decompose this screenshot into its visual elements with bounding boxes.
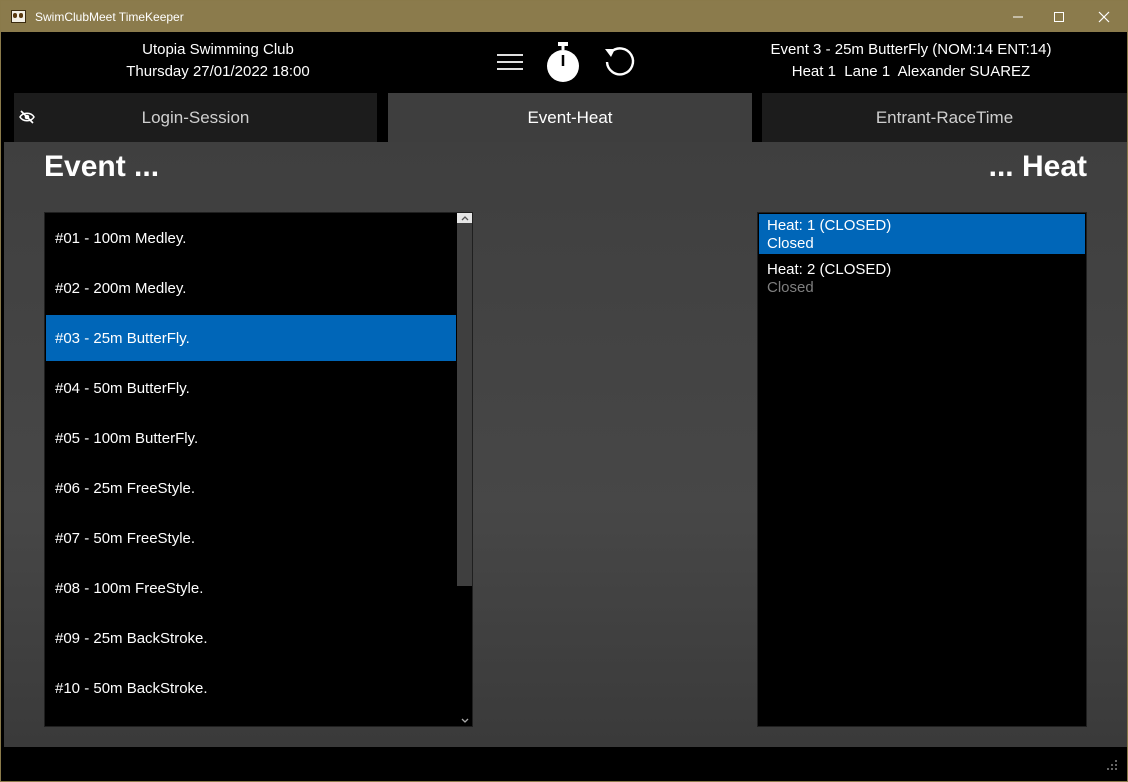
tab-label: Entrant-RaceTime [875,107,1014,127]
tab-login-session[interactable]: Login-Session [14,93,377,142]
app-logo-icon [9,7,29,27]
heat-status: Closed [767,235,814,252]
list-item[interactable]: #01 - 100m Medley. [46,215,456,261]
club-name: Utopia Swimming Club [142,41,294,58]
current-event: Event 3 - 25m ButterFly (NOM:14 ENT:14) [770,41,1052,58]
tab-label: Login-Session [141,107,250,127]
current-race-info: Event 3 - 25m ButterFly (NOM:14 ENT:14) … [731,39,1091,83]
window-title: SwimClubMeet TimeKeeper [35,9,184,24]
scroll-up-button[interactable] [457,213,472,223]
hamburger-icon [497,54,523,70]
eye-slash-icon[interactable] [19,109,35,129]
hamburger-menu-button[interactable] [493,40,527,84]
scroll-down-button[interactable] [457,716,472,726]
current-heat-lane: Heat 1 Lane 1 Alexander SUAREZ [791,63,1031,80]
list-item[interactable]: #07 - 50m FreeStyle. [46,515,456,561]
list-item-selected[interactable]: #03 - 25m ButterFly. [46,315,456,361]
maximize-button[interactable] [1036,1,1082,32]
heat-label: Heat: 1 (CLOSED) [767,217,892,234]
event-list[interactable]: #01 - 100m Medley. #02 - 200m Medley. #0… [44,212,473,727]
list-item[interactable]: #04 - 50m ButterFly. [46,365,456,411]
list-item[interactable]: #02 - 200m Medley. [46,265,456,311]
chevron-down-icon [461,718,469,723]
close-button[interactable] [1081,1,1127,32]
chevron-up-icon [461,216,469,221]
close-icon [1098,11,1110,22]
tab-entrant-racetime[interactable]: Entrant-RaceTime [762,93,1127,142]
refresh-button[interactable] [601,40,637,84]
event-heading: Event ... [44,150,160,183]
heat-list[interactable]: Heat: 1 (CLOSED) Closed Heat: 2 (CLOSED)… [757,212,1087,727]
session-datetime: Thursday 27/01/2022 18:00 [126,63,310,80]
list-item-selected[interactable]: Heat: 1 (CLOSED) Closed [759,214,1085,254]
list-item[interactable]: #10 - 50m BackStroke. [46,665,456,711]
heat-label: Heat: 2 (CLOSED) [767,261,892,278]
list-item[interactable]: Heat: 2 (CLOSED) Closed [759,258,1085,298]
list-item[interactable]: #06 - 25m FreeStyle. [46,465,456,511]
event-list-scrollbar[interactable] [457,213,472,726]
list-item[interactable]: #09 - 25m BackStroke. [46,615,456,661]
stopwatch-icon [547,42,579,82]
list-item[interactable]: #08 - 100m FreeStyle. [46,565,456,611]
heat-status: Closed [767,279,814,296]
stopwatch-button[interactable] [543,40,583,84]
resize-grip-icon[interactable] [1105,757,1119,776]
scrollbar-thumb[interactable] [457,223,472,586]
event-heat-panel: Event ... ... Heat #01 - 100m Medley. #0… [4,142,1127,747]
minimize-button[interactable] [995,1,1041,32]
list-item[interactable]: #05 - 100m ButterFly. [46,415,456,461]
maximize-icon [1054,11,1064,22]
header: Utopia Swimming Club Thursday 27/01/2022… [1,32,1127,92]
tab-event-heat[interactable]: Event-Heat [388,93,752,142]
title-bar: SwimClubMeet TimeKeeper [1,1,1127,32]
app-window: SwimClubMeet TimeKeeper Utopia Swimming … [0,0,1128,782]
tab-label: Event-Heat [527,107,613,127]
session-info: Utopia Swimming Club Thursday 27/01/2022… [93,39,343,83]
minimize-icon [1013,16,1023,17]
refresh-icon [605,47,635,76]
heat-heading: ... Heat [988,150,1087,183]
